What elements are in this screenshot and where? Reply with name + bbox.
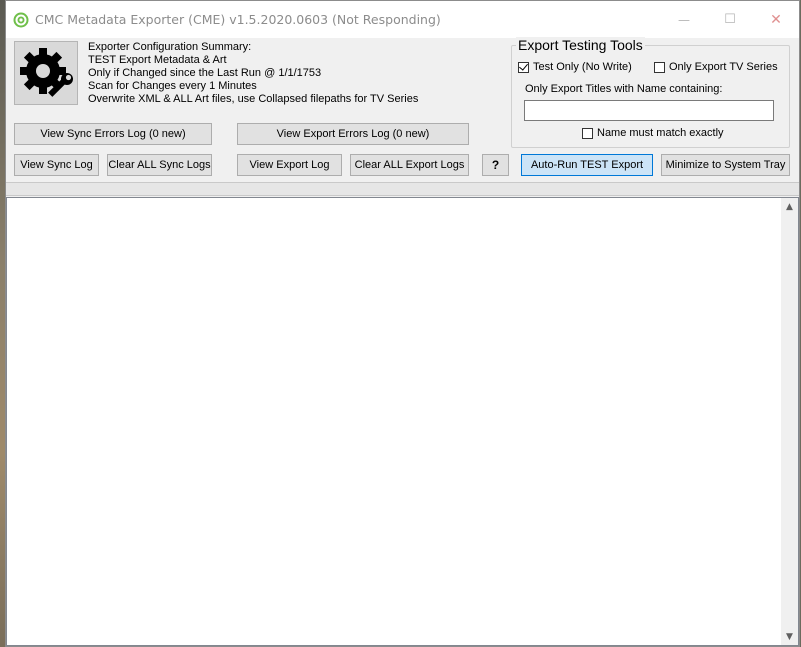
log-output[interactable]: ▲ ▼ [6,197,799,646]
view-sync-log-button[interactable]: View Sync Log [14,154,99,176]
view-sync-errors-button[interactable]: View Sync Errors Log (0 new) [14,123,212,145]
scrollbar-track[interactable] [784,216,794,627]
testing-tools-title: Export Testing Tools [516,37,645,53]
help-button[interactable]: ? [482,154,509,176]
test-only-checkbox[interactable]: Test Only (No Write) [518,60,632,73]
checkbox-box[interactable] [582,127,593,139]
log-text [7,198,798,204]
minimize-icon: — [678,12,690,27]
test-only-label: Test Only (No Write) [533,61,632,73]
maximize-button[interactable]: ☐ [707,1,753,38]
summary-line: Overwrite XML & ALL Art files, use Colla… [88,93,419,105]
view-export-errors-button[interactable]: View Export Errors Log (0 new) [237,123,469,145]
tv-series-only-label: Only Export TV Series [669,61,778,73]
exact-match-label: Name must match exactly [597,127,724,139]
summary-heading: Exporter Configuration Summary: [88,41,252,53]
clear-sync-logs-button[interactable]: Clear ALL Sync Logs [107,154,212,176]
close-button[interactable]: ✕ [753,1,799,38]
summary-line: Only if Changed since the Last Run @ 1/1… [88,67,322,79]
name-filter-input[interactable] [524,100,774,121]
auto-run-test-export-button[interactable]: Auto-Run TEST Export [521,154,653,176]
scroll-down-arrow-icon[interactable]: ▼ [781,628,798,645]
gear-wrench-icon [20,48,73,97]
maximize-icon: ☐ [724,12,736,27]
minimize-button[interactable]: — [661,1,707,38]
checkbox-box[interactable] [518,60,529,73]
summary-line: TEST Export Metadata & Art [88,54,227,66]
name-filter-label: Only Export Titles with Name containing: [525,83,723,95]
clear-export-logs-button[interactable]: Clear ALL Export Logs [350,154,469,176]
checkbox-box[interactable] [654,61,665,73]
settings-image [14,41,78,105]
tv-series-only-checkbox[interactable]: Only Export TV Series [654,61,778,73]
minimize-to-tray-button[interactable]: Minimize to System Tray [661,154,790,176]
vertical-scrollbar[interactable]: ▲ ▼ [781,198,798,645]
checkmark-icon [519,60,528,71]
config-summary: Exporter Configuration Summary: TEST Exp… [88,41,418,106]
window-title: CMC Metadata Exporter (CME) v1.5.2020.06… [35,12,441,27]
title-bar[interactable]: CMC Metadata Exporter (CME) v1.5.2020.06… [6,1,799,38]
summary-line: Scan for Changes every 1 Minutes [88,80,257,92]
close-icon: ✕ [770,11,782,28]
app-window: CMC Metadata Exporter (CME) v1.5.2020.06… [5,0,800,647]
exact-match-checkbox[interactable]: Name must match exactly [582,127,724,139]
scroll-up-arrow-icon[interactable]: ▲ [781,198,798,215]
cmc-leaf-icon [13,12,29,28]
status-strip [6,182,799,196]
view-export-log-button[interactable]: View Export Log [237,154,342,176]
